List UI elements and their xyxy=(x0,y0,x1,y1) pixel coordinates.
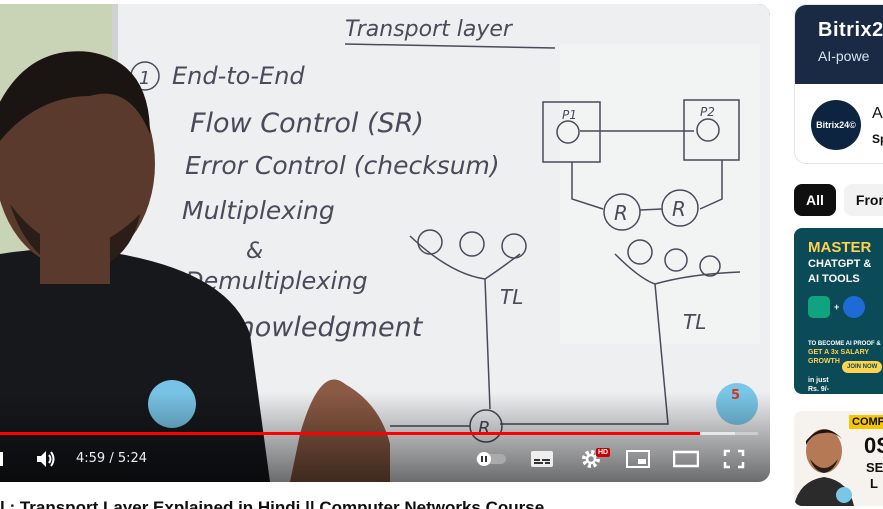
progress-buffered xyxy=(699,432,736,435)
wb-point1-num: 1 xyxy=(139,68,150,89)
ad-brand: Bitrix2 xyxy=(818,19,883,41)
fullscreen-button[interactable] xyxy=(720,445,748,473)
wb-p2: P2 xyxy=(700,105,715,119)
thumb-join-badge: JOIN NOW xyxy=(842,361,883,373)
advertiser-logo[interactable]: Bitrix24© xyxy=(811,100,861,150)
next-icon xyxy=(0,452,3,466)
thumb-line-2: SE xyxy=(866,460,883,475)
plus-sign: + xyxy=(834,302,840,312)
autoplay-toggle[interactable] xyxy=(474,445,508,473)
volume-button[interactable] xyxy=(34,445,58,473)
subtitles-button[interactable] xyxy=(528,445,556,473)
wb-router-2: R xyxy=(672,197,686,221)
thumb-growth-1: GET A 3x SALARY xyxy=(808,349,870,356)
controls-gradient xyxy=(0,392,770,482)
ad-banner[interactable]: Bitrix2 AI-powe xyxy=(795,5,883,84)
autoplay-toggle-icon xyxy=(476,452,506,466)
video-player[interactable]: Transport layer 1 End-to-End Flow Contro… xyxy=(0,4,770,482)
thumb-price-1: in just xyxy=(808,377,829,384)
ad-tagline: AI-powe xyxy=(818,48,870,64)
wb-tl-2: TL xyxy=(683,310,706,334)
thumb-subtitle-1: CHATGPT & xyxy=(808,258,872,270)
chip-all[interactable]: All xyxy=(794,184,836,216)
time-total: 5:24 xyxy=(117,451,148,466)
thumb-small-text: TO BECOME AI PROOF & xyxy=(808,341,881,347)
wb-point4: Multiplexing xyxy=(182,196,335,225)
subtitles-icon xyxy=(531,451,553,467)
ai-icon xyxy=(843,296,866,318)
wb-p1: P1 xyxy=(562,108,577,122)
time-display: 4:59 / 5:24 xyxy=(76,451,147,466)
thumb-subtitle-2: AI TOOLS xyxy=(808,273,860,285)
thumb-price-2: Rs. 9/- xyxy=(808,386,830,393)
wb-heading: Transport layer xyxy=(345,17,514,42)
sponsored-label: Sp xyxy=(872,132,883,146)
thumb-headline: MASTER xyxy=(808,239,872,256)
miniplayer-icon xyxy=(626,450,650,468)
wb-router-1: R xyxy=(614,201,628,225)
recommendation-thumbnail[interactable]: COMPU 0S SE L xyxy=(794,411,883,506)
miniplayer-button[interactable] xyxy=(624,445,652,473)
watch-page: Transport layer 1 End-to-End Flow Contro… xyxy=(0,0,883,509)
volume-icon xyxy=(37,451,55,467)
advertiser-name[interactable]: A xyxy=(872,105,883,123)
progress-bar[interactable] xyxy=(0,432,758,435)
time-separator: / xyxy=(105,451,118,466)
wb-point5: knowledgment xyxy=(222,312,424,343)
thumb-label: COMPU xyxy=(849,415,883,429)
chip-from[interactable]: From xyxy=(843,184,883,216)
sponsored-ad-card[interactable]: Bitrix2 AI-powe Bitrix24© A Sp xyxy=(794,4,883,164)
fullscreen-icon xyxy=(723,449,745,469)
progress-played xyxy=(0,432,700,435)
thumb-line-3: L xyxy=(870,476,878,491)
wb-tl-1: TL xyxy=(500,285,523,309)
theater-mode-button[interactable] xyxy=(672,445,700,473)
time-current: 4:59 xyxy=(76,451,106,466)
next-button[interactable] xyxy=(0,445,12,473)
thumb-big-text: 0S xyxy=(864,433,883,458)
wb-amp: & xyxy=(246,239,263,264)
recommendation-thumbnail[interactable]: MASTER CHATGPT & AI TOOLS + TO BECOME AI… xyxy=(794,228,883,394)
wb-point3: Error Control (checksum) xyxy=(185,151,500,180)
filter-chips: All From xyxy=(794,184,883,216)
wb-point1: End-to-End xyxy=(172,62,305,90)
theater-icon xyxy=(673,450,699,468)
hd-badge: HD xyxy=(596,448,611,457)
chatgpt-icon xyxy=(808,296,830,318)
video-title: l : Transport Layer Explained in Hindi |… xyxy=(0,498,545,509)
ai-tool-icons: + xyxy=(808,296,883,318)
wb-point2: Flow Control (SR) xyxy=(190,108,424,139)
